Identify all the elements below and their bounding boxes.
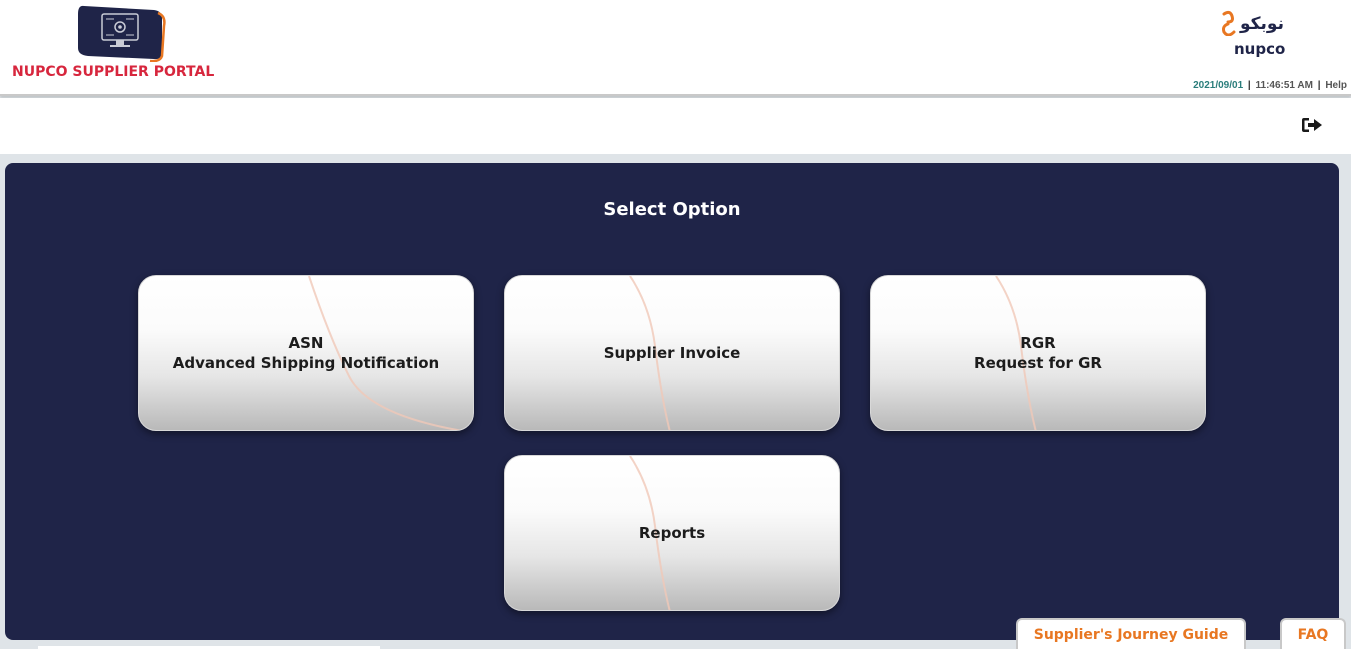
nupco-link-icon [1222, 10, 1236, 36]
sign-out-icon[interactable] [1301, 115, 1323, 135]
status-line: 2021/09/01 | 11:46:51 AM | Help [1193, 80, 1347, 91]
nupco-logo: نوبكو nupco [1218, 10, 1298, 66]
faq-tab[interactable]: FAQ [1280, 618, 1346, 649]
separator: | [1247, 80, 1251, 91]
asn-subtitle: Advanced Shipping Notification [172, 354, 440, 372]
rgr-subtitle: Request for GR [974, 354, 1102, 372]
asn-title: ASN [288, 334, 324, 352]
panel-title: Select Option [603, 199, 741, 220]
brand-latin: nupco [1234, 40, 1286, 58]
reports-title: Reports [638, 524, 706, 542]
current-date: 2021/09/01 [1193, 80, 1244, 91]
header: NUPCO SUPPLIER PORTAL نوبكو nupco 2021/0… [0, 0, 1351, 96]
monitor-gear-icon [78, 5, 166, 62]
supplier-invoice-option-card[interactable]: Supplier Invoice [504, 275, 840, 431]
suppliers-journey-guide-tab[interactable]: Supplier's Journey Guide [1016, 618, 1246, 649]
asn-option-card[interactable]: ASN Advanced Shipping Notification [138, 275, 474, 431]
rgr-title: RGR [1020, 334, 1056, 352]
current-time: 11:46:51 AM [1255, 80, 1313, 91]
reports-option-card[interactable]: Reports [504, 455, 840, 611]
separator: | [1317, 80, 1321, 91]
portal-title: NUPCO SUPPLIER PORTAL [12, 64, 215, 80]
portal-logo[interactable]: NUPCO SUPPLIER PORTAL [12, 4, 232, 82]
supplier-invoice-title: Supplier Invoice [603, 344, 741, 362]
rgr-option-card[interactable]: RGR Request for GR [870, 275, 1206, 431]
help-link[interactable]: Help [1325, 80, 1347, 91]
brand-arabic: نوبكو [1240, 14, 1284, 34]
toolbar [0, 98, 1351, 154]
